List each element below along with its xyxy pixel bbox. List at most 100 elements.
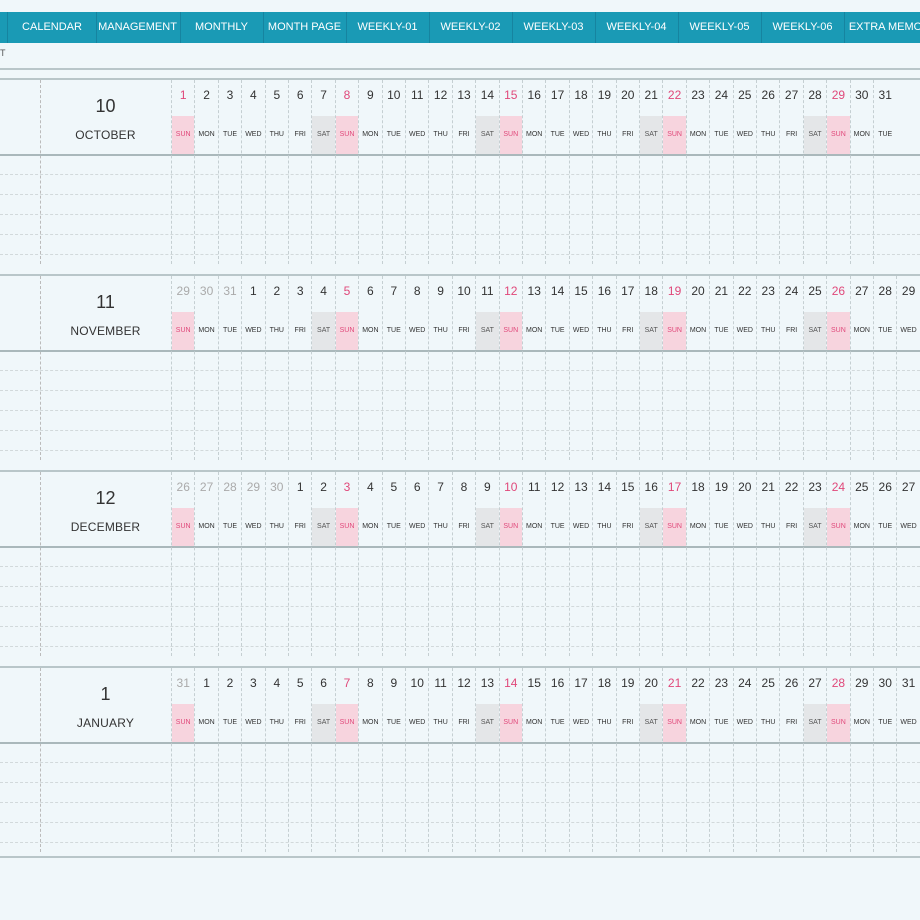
- day-column[interactable]: 30 MON: [849, 80, 873, 264]
- day-column[interactable]: 2 TUE: [217, 668, 241, 852]
- day-column[interactable]: 17 TUE: [545, 80, 568, 264]
- tab-weekly-05[interactable]: WEEKLY-05: [678, 12, 762, 43]
- day-column[interactable]: 15 WED: [568, 276, 592, 460]
- tab-weekly-01[interactable]: WEEKLY-01: [346, 12, 430, 43]
- day-column[interactable]: 14 THU: [592, 472, 615, 656]
- day-column[interactable]: 13 FRI: [451, 80, 475, 264]
- day-column[interactable]: 30 TUE: [873, 668, 896, 852]
- day-column[interactable]: 21 TUE: [709, 276, 732, 460]
- day-column[interactable]: 19 THU: [592, 80, 615, 264]
- day-column[interactable]: 16 MON: [522, 80, 545, 264]
- day-column[interactable]: 21 THU: [756, 472, 779, 656]
- day-column[interactable]: 12 TUE: [545, 472, 568, 656]
- day-column[interactable]: 31 TUE: [217, 276, 241, 460]
- day-column[interactable]: 22 WED: [732, 276, 756, 460]
- day-column[interactable]: 8 MON: [358, 668, 381, 852]
- day-column[interactable]: 30 MON: [194, 276, 217, 460]
- day-column[interactable]: 11 SAT: [475, 276, 499, 460]
- day-column[interactable]: 5 FRI: [288, 668, 311, 852]
- day-column[interactable]: 8 WED: [405, 276, 428, 460]
- tab-weekly-06[interactable]: WEEKLY-06: [761, 12, 845, 43]
- day-column[interactable]: 19 TUE: [709, 472, 732, 656]
- day-column[interactable]: 14 SUN: [498, 668, 522, 852]
- day-column[interactable]: 29 WED: [241, 472, 264, 656]
- day-column[interactable]: 23 THU: [756, 276, 779, 460]
- day-column[interactable]: 31 SUN: [171, 668, 195, 852]
- day-column[interactable]: 7 SUN: [334, 668, 359, 852]
- day-column[interactable]: 9 TUE: [381, 668, 405, 852]
- day-column[interactable]: 24 TUE: [709, 80, 732, 264]
- day-column[interactable]: 25 SAT: [802, 276, 827, 460]
- day-column[interactable]: 9 SAT: [475, 472, 499, 656]
- day-column[interactable]: 25 THU: [756, 668, 779, 852]
- day-column[interactable]: 18 MON: [685, 472, 709, 656]
- day-column[interactable]: 13 SAT: [475, 668, 499, 852]
- day-column[interactable]: 18 SAT: [639, 276, 663, 460]
- tab-month-page[interactable]: MONTH PAGE: [263, 12, 347, 43]
- day-column[interactable]: 3 WED: [241, 668, 264, 852]
- day-column[interactable]: 23 SAT: [802, 472, 827, 656]
- day-column[interactable]: 28 TUE: [873, 276, 896, 460]
- day-column[interactable]: 5 TUE: [381, 472, 405, 656]
- day-column[interactable]: 24 WED: [732, 668, 756, 852]
- tab-monthly[interactable]: MONTHLY: [180, 12, 264, 43]
- day-column[interactable]: 5 THU: [264, 80, 288, 264]
- day-column[interactable]: 23 MON: [685, 80, 709, 264]
- day-column[interactable]: 17 SUN: [662, 472, 686, 656]
- day-column[interactable]: 6 MON: [358, 276, 381, 460]
- day-column[interactable]: 2 MON: [194, 80, 217, 264]
- day-column[interactable]: 19 SUN: [662, 276, 686, 460]
- day-column[interactable]: 16 TUE: [545, 668, 568, 852]
- day-column[interactable]: 15 MON: [522, 668, 545, 852]
- day-column[interactable]: 28 SUN: [826, 668, 850, 852]
- day-column[interactable]: 12 FRI: [451, 668, 475, 852]
- day-column[interactable]: 18 THU: [592, 668, 615, 852]
- day-column[interactable]: 16 SAT: [639, 472, 663, 656]
- day-column[interactable]: 24 SUN: [826, 472, 850, 656]
- day-column[interactable]: 6 FRI: [288, 80, 311, 264]
- tab-weekly-04[interactable]: WEEKLY-04: [595, 12, 679, 43]
- day-column[interactable]: 3 TUE: [217, 80, 241, 264]
- day-column[interactable]: 14 SAT: [475, 80, 499, 264]
- day-column[interactable]: 1 MON: [194, 668, 217, 852]
- day-column[interactable]: 8 SUN: [334, 80, 359, 264]
- day-column[interactable]: 26 THU: [756, 80, 779, 264]
- day-column[interactable]: 26 SUN: [171, 472, 195, 656]
- day-column[interactable]: 11 THU: [428, 668, 451, 852]
- day-column[interactable]: 4 SAT: [311, 276, 335, 460]
- day-column[interactable]: 28 TUE: [217, 472, 241, 656]
- day-column[interactable]: 4 WED: [241, 80, 264, 264]
- tab-calendar[interactable]: CALENDAR: [7, 12, 97, 43]
- day-column[interactable]: 7 SAT: [311, 80, 335, 264]
- day-column[interactable]: 10 TUE: [381, 80, 405, 264]
- day-column[interactable]: 27 FRI: [779, 80, 802, 264]
- day-column[interactable]: 12 SUN: [498, 276, 522, 460]
- day-column[interactable]: 28 SAT: [802, 80, 827, 264]
- day-column[interactable]: 25 MON: [849, 472, 873, 656]
- day-column[interactable]: 15 SUN: [498, 80, 522, 264]
- day-column[interactable]: 5 SUN: [334, 276, 359, 460]
- day-column[interactable]: 27 WED: [896, 472, 919, 656]
- day-column[interactable]: 26 SUN: [826, 276, 850, 460]
- tab-weekly-02[interactable]: WEEKLY-02: [429, 12, 513, 43]
- day-column[interactable]: 29 SUN: [171, 276, 195, 460]
- day-column[interactable]: 10 WED: [405, 668, 428, 852]
- day-column[interactable]: 25 WED: [732, 80, 756, 264]
- day-column[interactable]: 18 WED: [568, 80, 592, 264]
- day-column[interactable]: 30 THU: [264, 472, 288, 656]
- day-column[interactable]: 11 MON: [522, 472, 545, 656]
- day-column[interactable]: 9 MON: [358, 80, 381, 264]
- day-column[interactable]: 20 MON: [685, 276, 709, 460]
- day-column[interactable]: 10 FRI: [451, 276, 475, 460]
- day-column[interactable]: 31 WED: [896, 668, 919, 852]
- day-column[interactable]: 1 SUN: [171, 80, 195, 264]
- day-column[interactable]: 13 WED: [568, 472, 592, 656]
- day-column[interactable]: 9 THU: [428, 276, 451, 460]
- day-column[interactable]: 1 FRI: [288, 472, 311, 656]
- day-column[interactable]: 6 SAT: [311, 668, 335, 852]
- day-column[interactable]: 23 TUE: [709, 668, 732, 852]
- day-column[interactable]: 12 THU: [428, 80, 451, 264]
- tab-management[interactable]: MANAGEMENT: [95, 12, 181, 43]
- day-column[interactable]: 27 MON: [194, 472, 217, 656]
- day-column[interactable]: 14 TUE: [545, 276, 568, 460]
